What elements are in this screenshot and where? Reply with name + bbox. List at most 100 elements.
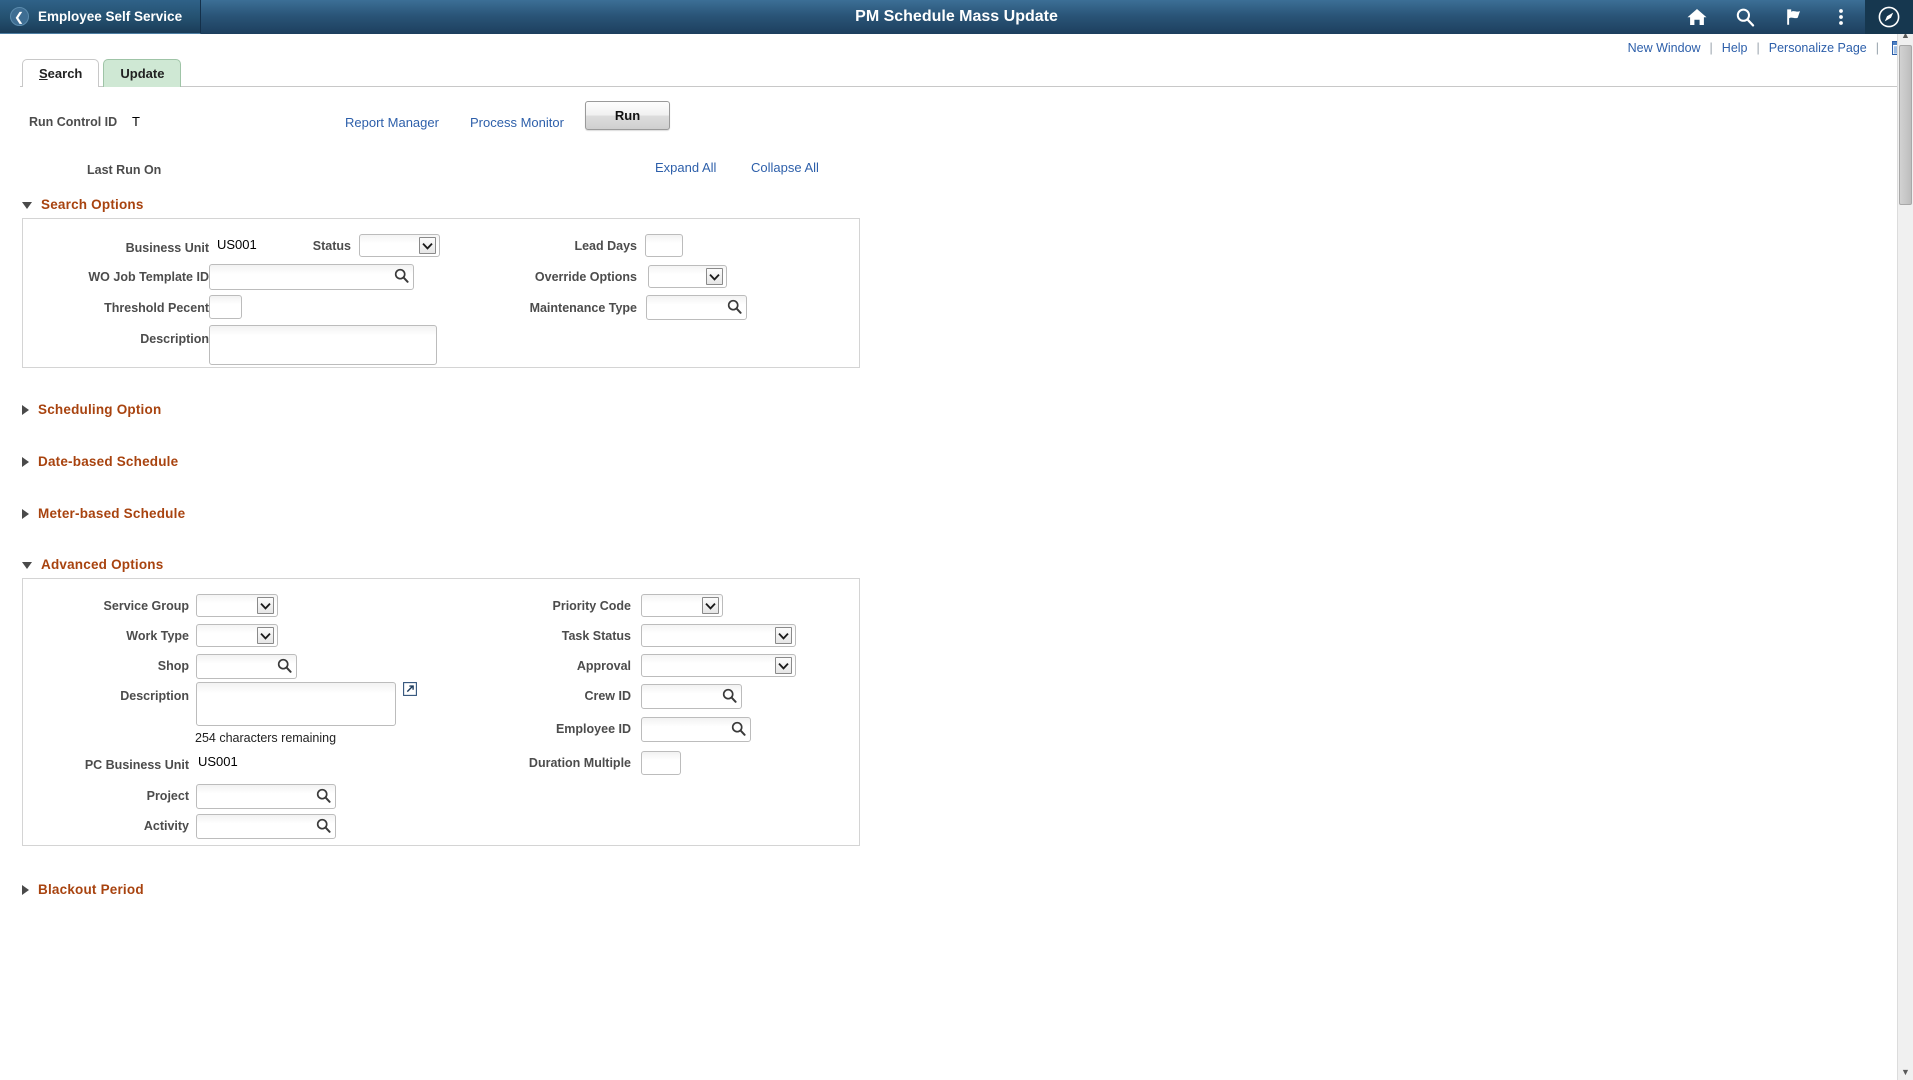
chevron-left-icon: ❮ <box>10 7 29 26</box>
home-icon[interactable] <box>1673 0 1721 34</box>
process-monitor-link[interactable]: Process Monitor <box>470 115 564 130</box>
section-header-scheduling-option[interactable]: Scheduling Option <box>22 402 1913 417</box>
service-group-select-wrap <box>196 594 278 617</box>
crew-id-lookup-icon[interactable] <box>722 688 737 708</box>
maintenance-type-label: Maintenance Type <box>529 301 637 315</box>
section-title-search-options: Search Options <box>41 197 144 212</box>
advanced-description-label: Description <box>120 689 189 703</box>
link-separator-1: | <box>1709 40 1713 55</box>
priority-code-select-wrap <box>641 594 723 617</box>
navbar-icon-group <box>1673 0 1913 34</box>
page-body: Run Control ID T Report Manager Process … <box>0 87 1913 897</box>
task-status-select[interactable] <box>641 624 796 647</box>
scroll-down-arrow-icon[interactable]: ▼ <box>1898 1064 1913 1080</box>
override-options-select-wrap <box>648 265 727 288</box>
caret-right-icon <box>22 508 29 519</box>
section-header-meter-based-schedule[interactable]: Meter-based Schedule <box>22 506 1913 521</box>
wo-job-template-id-lookup-icon[interactable] <box>394 268 409 288</box>
personalize-page-link[interactable]: Personalize Page <box>1769 41 1867 55</box>
page-scrollbar[interactable]: ▲ ▼ <box>1897 27 1913 1080</box>
link-separator-2: | <box>1756 40 1760 55</box>
tab-update-label: Update <box>120 66 165 81</box>
tab-update[interactable]: Update <box>103 59 182 87</box>
flag-notification-icon[interactable] <box>1769 0 1817 34</box>
override-options-label: Override Options <box>534 270 637 284</box>
approval-select-wrap <box>641 654 796 677</box>
work-type-select[interactable] <box>196 624 278 647</box>
duration-multiple-input[interactable] <box>641 751 681 775</box>
section-title-date-based-schedule: Date-based Schedule <box>38 454 179 469</box>
caret-right-icon <box>22 456 29 467</box>
section-header-blackout-period[interactable]: Blackout Period <box>22 882 1913 897</box>
lead-days-label: Lead Days <box>574 239 637 253</box>
tab-bar: Search Update <box>0 59 1913 87</box>
employee-id-label: Employee ID <box>555 722 631 736</box>
pc-business-unit-label: PC Business Unit <box>84 758 189 772</box>
kebab-menu-icon[interactable] <box>1817 0 1865 34</box>
run-button[interactable]: Run <box>585 101 670 130</box>
run-control-id-label: Run Control ID <box>29 115 118 129</box>
crew-id-wrap <box>641 684 742 709</box>
approval-select[interactable] <box>641 654 796 677</box>
project-lookup-icon[interactable] <box>316 788 331 808</box>
section-header-search-options[interactable]: Search Options <box>22 197 1913 212</box>
wo-job-template-id-wrap <box>209 264 414 290</box>
section-header-advanced-options[interactable]: Advanced Options <box>22 557 1913 572</box>
activity-label: Activity <box>143 819 189 833</box>
status-select[interactable] <box>359 234 440 257</box>
back-label: Employee Self Service <box>38 9 183 24</box>
override-options-select[interactable] <box>648 265 727 288</box>
section-body-search-options: Business Unit US001 Status Lead Days WO … <box>22 218 860 368</box>
section-title-meter-based-schedule: Meter-based Schedule <box>38 506 186 521</box>
last-run-on-label: Last Run On <box>87 163 162 177</box>
duration-multiple-label: Duration Multiple <box>528 756 631 770</box>
expand-textarea-icon[interactable] <box>403 682 417 701</box>
task-status-label: Task Status <box>561 629 631 643</box>
search-description-textarea[interactable] <box>209 325 437 365</box>
search-icon[interactable] <box>1721 0 1769 34</box>
help-link[interactable]: Help <box>1722 41 1748 55</box>
run-control-row: Run Control ID T Report Manager Process … <box>20 101 1913 139</box>
maintenance-type-wrap <box>646 295 747 320</box>
top-navbar: ❮ Employee Self Service PM Schedule Mass… <box>0 0 1913 34</box>
threshold-percent-label: Threshold Pecent <box>104 301 209 315</box>
section-body-advanced-options: Service Group Priority Code Work Type Ta… <box>22 578 860 846</box>
new-window-link[interactable]: New Window <box>1628 41 1701 55</box>
shop-wrap <box>196 654 297 679</box>
expand-all-link[interactable]: Expand All <box>655 160 716 175</box>
navbar-compass-icon[interactable] <box>1865 0 1913 34</box>
priority-code-select[interactable] <box>641 594 723 617</box>
approval-label: Approval <box>576 659 631 673</box>
tab-search[interactable]: Search <box>22 59 100 87</box>
section-header-date-based-schedule[interactable]: Date-based Schedule <box>22 454 1913 469</box>
report-manager-link[interactable]: Report Manager <box>345 115 439 130</box>
page-title: PM Schedule Mass Update <box>855 8 1058 25</box>
business-unit-value: US001 <box>217 237 257 252</box>
scrollbar-thumb[interactable] <box>1899 45 1912 205</box>
project-label: Project <box>146 789 189 803</box>
characters-remaining-hint: 254 characters remaining <box>195 731 337 745</box>
project-input[interactable] <box>196 784 336 809</box>
wo-job-template-id-input[interactable] <box>209 264 414 290</box>
caret-right-icon <box>22 404 29 415</box>
link-separator-3: | <box>1875 40 1879 55</box>
collapse-all-link[interactable]: Collapse All <box>751 160 819 175</box>
maintenance-type-lookup-icon[interactable] <box>727 299 742 319</box>
caret-right-icon <box>22 884 29 895</box>
service-group-select[interactable] <box>196 594 278 617</box>
advanced-description-textarea[interactable] <box>196 682 396 726</box>
caret-down-icon <box>22 562 32 569</box>
lead-days-input[interactable] <box>645 234 683 257</box>
employee-id-lookup-icon[interactable] <box>731 721 746 741</box>
tab-search-accesskey: S <box>39 66 48 81</box>
shop-label: Shop <box>157 659 189 673</box>
activity-input[interactable] <box>196 814 336 839</box>
section-title-scheduling-option: Scheduling Option <box>38 402 162 417</box>
priority-code-label: Priority Code <box>552 599 632 613</box>
run-control-id-value: T <box>132 114 140 129</box>
activity-lookup-icon[interactable] <box>316 818 331 838</box>
employee-id-wrap <box>641 717 751 742</box>
shop-lookup-icon[interactable] <box>277 658 292 678</box>
back-to-employee-self-service[interactable]: ❮ Employee Self Service <box>0 0 202 34</box>
threshold-percent-input[interactable] <box>209 295 242 319</box>
